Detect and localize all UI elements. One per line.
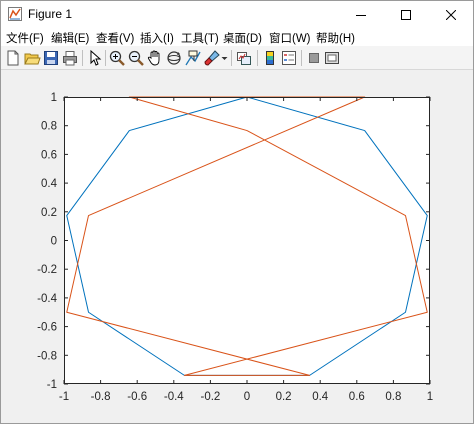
menu-file[interactable]: 文件(F) xyxy=(6,30,44,46)
y-tick-label: -0.2 xyxy=(37,264,57,276)
menu-tools[interactable]: 工具(T) xyxy=(181,30,219,46)
zoom-out-icon[interactable] xyxy=(127,49,145,67)
open-file-icon[interactable] xyxy=(23,49,41,67)
menu-bar: 文件(F) 编辑(E) 查看(V) 插入(I) 工具(T) 桌面(D) 窗口(W… xyxy=(1,28,473,46)
toolbar-separator xyxy=(257,50,258,66)
y-tick-label: 0.2 xyxy=(41,207,57,219)
legend-icon[interactable] xyxy=(280,49,298,67)
minimize-button[interactable] xyxy=(338,1,383,28)
zoom-in-icon[interactable] xyxy=(108,49,126,67)
window-title: Figure 1 xyxy=(28,7,73,21)
matlab-figure-icon xyxy=(8,7,22,21)
line-chart[interactable]: -1 -0.8 -0.6 -0.4 -0.2 0 0.2 0.4 0.6 0.8 1 -1 -0.8 -0… xyxy=(1,71,473,423)
toolbar-separator xyxy=(301,50,302,66)
y-tick-label: -0.4 xyxy=(37,293,57,305)
x-tick-label: -0.8 xyxy=(91,391,111,403)
menu-window[interactable]: 窗口(W) xyxy=(269,30,311,46)
y-tick-label: 0 xyxy=(51,236,57,248)
y-tick-label: 0.4 xyxy=(41,178,58,190)
menu-edit[interactable]: 编辑(E) xyxy=(51,30,89,46)
colorbar-icon[interactable] xyxy=(261,49,279,67)
figure-canvas[interactable]: -1 -0.8 -0.6 -0.4 -0.2 0 0.2 0.4 0.6 0.8 1 -1 -0.8 -0… xyxy=(1,71,473,423)
close-button[interactable] xyxy=(428,1,473,28)
menu-view[interactable]: 查看(V) xyxy=(96,30,134,46)
menu-insert[interactable]: 插入(I) xyxy=(140,30,174,46)
plot-area xyxy=(64,97,430,384)
y-tick-label: -0.6 xyxy=(37,322,57,334)
menu-help[interactable]: 帮助(H) xyxy=(316,30,355,46)
minimize-icon xyxy=(355,14,366,16)
maximize-icon xyxy=(400,9,411,20)
figure-toolbar xyxy=(1,46,473,70)
print-icon[interactable] xyxy=(61,49,79,67)
brush-icon[interactable] xyxy=(203,49,221,67)
x-tick-label: 0.2 xyxy=(276,391,292,403)
pan-hand-icon[interactable] xyxy=(146,49,164,67)
maximize-button[interactable] xyxy=(383,1,428,28)
title-bar[interactable]: Figure 1 xyxy=(1,1,473,28)
x-tick-label: 0.8 xyxy=(385,391,401,403)
y-tick-label: -1 xyxy=(47,379,57,391)
y-tick-label: 1 xyxy=(51,92,57,104)
save-icon[interactable] xyxy=(42,49,60,67)
menu-desktop[interactable]: 桌面(D) xyxy=(223,30,262,46)
new-figure-icon[interactable] xyxy=(4,49,22,67)
x-tick-label: 0.6 xyxy=(349,391,365,403)
x-tick-label: -0.4 xyxy=(164,391,184,403)
x-tick-label: -0.6 xyxy=(127,391,147,403)
brush-dropdown-icon[interactable] xyxy=(220,49,229,67)
x-tick-label: 0 xyxy=(244,391,250,403)
toolbar-separator xyxy=(231,50,232,66)
y-tick-label: 0.8 xyxy=(41,121,57,133)
x-tick-label: -1 xyxy=(59,391,69,403)
toolbar-separator xyxy=(82,50,83,66)
x-tick-label: -0.2 xyxy=(200,391,220,403)
hide-plot-tools-icon[interactable] xyxy=(305,49,323,67)
close-icon xyxy=(445,9,456,20)
x-tick-label: 0.4 xyxy=(312,391,329,403)
figure-window: Figure 1 文件(F) 编辑(E) 查看(V) 插入(I) 工具(T) 桌… xyxy=(0,0,474,424)
x-tick-label: 1 xyxy=(427,391,433,403)
show-plot-tools-icon[interactable] xyxy=(323,49,341,67)
y-tick-label: 0.6 xyxy=(41,149,57,161)
link-plot-icon[interactable] xyxy=(235,49,253,67)
toolbar-separator xyxy=(105,50,106,66)
edit-plot-arrow-icon[interactable] xyxy=(85,49,103,67)
rotate-3d-icon[interactable] xyxy=(165,49,183,67)
data-cursor-icon[interactable] xyxy=(184,49,202,67)
y-tick-label: -0.8 xyxy=(37,350,57,362)
